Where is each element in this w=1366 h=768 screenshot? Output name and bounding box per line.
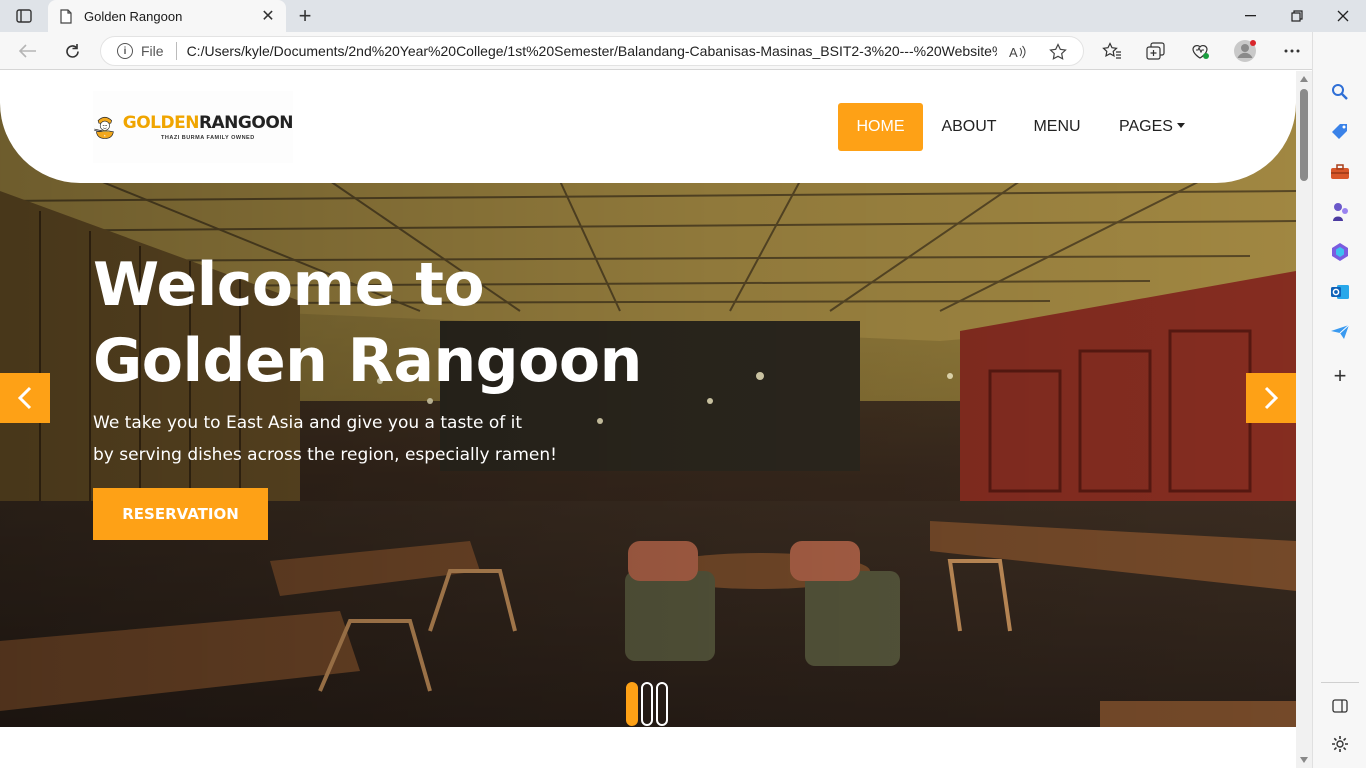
back-icon[interactable] [14, 38, 42, 64]
carousel-indicator[interactable] [656, 682, 668, 726]
edge-sidebar: + [1312, 32, 1366, 768]
carousel-prev-button[interactable] [0, 373, 50, 423]
page-icon [60, 8, 74, 24]
hero-carousel: ★ GOLDENRANGOON THAZI BURMA FAMILY OWNED… [0, 71, 1296, 727]
favorites-icon[interactable] [1099, 39, 1125, 63]
logo-wordmark: GOLDENRANGOON THAZI BURMA FAMILY OWNED [122, 113, 294, 141]
nav-pages-label: PAGES [1119, 118, 1173, 135]
carousel-indicators [626, 682, 668, 726]
chevron-right-icon [1264, 386, 1279, 410]
favorite-star-icon[interactable] [1047, 41, 1069, 63]
carousel-indicator[interactable] [626, 682, 638, 726]
more-options-icon[interactable] [1279, 39, 1305, 63]
hero-title-line2: Golden Rangoon [93, 326, 642, 396]
shopping-tag-icon[interactable] [1328, 120, 1352, 144]
site-navbar: ★ GOLDENRANGOON THAZI BURMA FAMILY OWNED… [0, 71, 1296, 183]
page-scrollbar[interactable] [1296, 71, 1312, 768]
close-tab-icon[interactable]: ✕ [258, 6, 278, 26]
tab-bar: Golden Rangoon ✕ + [0, 0, 1366, 32]
send-drop-icon[interactable] [1328, 320, 1352, 344]
restore-icon[interactable] [1274, 0, 1320, 32]
close-window-icon[interactable] [1320, 0, 1366, 32]
info-icon[interactable]: i [117, 43, 133, 59]
tab-title: Golden Rangoon [84, 8, 183, 24]
microsoft-365-icon[interactable] [1328, 240, 1352, 264]
hero-subtitle-line1: We take you to East Asia and give you a … [93, 413, 523, 433]
browser-tab[interactable]: Golden Rangoon ✕ [48, 0, 286, 32]
svg-text:A: A [1009, 45, 1018, 59]
read-aloud-icon[interactable]: A [1007, 41, 1029, 63]
collections-icon[interactable] [1143, 39, 1169, 63]
hero-title: Welcome to Golden Rangoon [93, 247, 713, 399]
nav-home-link[interactable]: HOME [838, 103, 923, 151]
add-sidebar-app-icon[interactable]: + [1328, 363, 1352, 388]
tab-actions-icon[interactable] [12, 6, 36, 26]
browser-essentials-icon[interactable] [1187, 39, 1213, 63]
hero-subtitle: We take you to East Asia and give you a … [93, 407, 613, 471]
settings-gear-icon[interactable] [1328, 732, 1352, 756]
tools-briefcase-icon[interactable] [1328, 160, 1352, 184]
scroll-up-arrow-icon[interactable] [1300, 76, 1308, 82]
nav-menu-link[interactable]: MENU [1024, 103, 1090, 151]
url-text[interactable]: C:/Users/kyle/Documents/2nd%20Year%20Col… [187, 43, 997, 59]
hero-title-line1: Welcome to [93, 250, 485, 320]
minimize-icon[interactable] [1228, 0, 1274, 32]
refresh-icon[interactable] [58, 38, 86, 64]
address-bar[interactable]: i File C:/Users/kyle/Documents/2nd%20Yea… [100, 36, 1084, 66]
carousel-next-button[interactable] [1246, 373, 1296, 423]
site-logo[interactable]: ★ GOLDENRANGOON THAZI BURMA FAMILY OWNED [93, 91, 294, 163]
address-separator [175, 42, 177, 60]
hide-sidebar-icon[interactable] [1328, 694, 1352, 718]
address-toolbar: i File C:/Users/kyle/Documents/2nd%20Yea… [0, 32, 1366, 70]
chevron-left-icon [17, 386, 32, 410]
chef-mascot-logo-icon: ★ [94, 116, 114, 139]
games-icon[interactable] [1328, 200, 1352, 224]
new-tab-icon[interactable]: + [292, 3, 318, 28]
nav-about-link[interactable]: ABOUT [932, 103, 1006, 151]
carousel-indicator[interactable] [641, 682, 653, 726]
profile-avatar-icon[interactable] [1232, 39, 1258, 63]
nav-pages-dropdown[interactable]: PAGES [1110, 103, 1194, 151]
logo-name-gold: GOLDEN [122, 113, 200, 133]
search-icon[interactable] [1328, 80, 1352, 104]
scroll-down-arrow-icon[interactable] [1300, 757, 1308, 763]
caret-down-icon [1176, 122, 1185, 128]
page-viewport: ★ GOLDENRANGOON THAZI BURMA FAMILY OWNED… [0, 71, 1296, 768]
hero-subtitle-line2: by serving dishes across the region, esp… [93, 445, 557, 465]
sidebar-divider [1321, 682, 1359, 683]
outlook-icon[interactable] [1328, 280, 1352, 304]
logo-tagline: THAZI BURMA FAMILY OWNED [161, 135, 255, 141]
logo-name-dark: RANGOON [198, 113, 294, 133]
reservation-button[interactable]: RESERVATION [93, 488, 268, 540]
scrollbar-thumb[interactable] [1300, 89, 1308, 181]
url-scheme-label: File [141, 43, 164, 59]
